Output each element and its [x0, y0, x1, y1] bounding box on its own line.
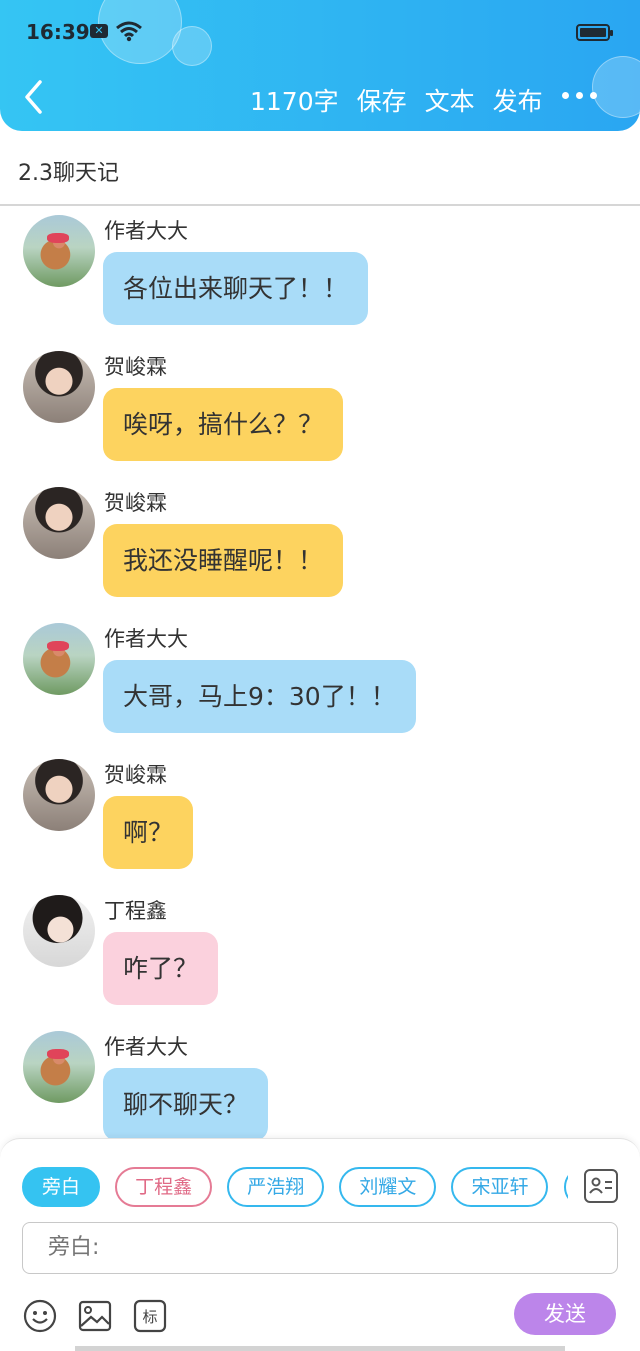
text-button[interactable]: 文本 — [425, 82, 475, 118]
chat-message[interactable]: 丁程鑫 咋了？ — [0, 887, 640, 1023]
message-input[interactable] — [22, 1222, 618, 1274]
chapter-title[interactable]: 2.3聊天记 — [18, 155, 119, 187]
svg-text:标: 标 — [142, 1308, 157, 1326]
chat-message[interactable]: 作者大大 大哥，马上9：30了！！ — [0, 615, 640, 751]
character-chip[interactable]: 严浩翔 — [227, 1167, 325, 1207]
chat-list[interactable]: 作者大大 各位出来聊天了！！ 贺峻霖 唉呀，搞什么？？ 贺峻霖 我还没睡醒呢！！… — [0, 207, 640, 1139]
notification-icon: ✕ — [90, 24, 108, 38]
more-dot-icon — [576, 92, 583, 99]
decor-bubble — [592, 56, 640, 118]
sender-name: 作者大大 — [104, 219, 188, 243]
home-indicator — [75, 1346, 565, 1351]
avatar[interactable] — [23, 895, 95, 967]
character-chip[interactable]: 丁程鑫 — [115, 1167, 213, 1207]
chat-message[interactable]: 贺峻霖 唉呀，搞什么？？ — [0, 343, 640, 479]
back-button[interactable] — [18, 78, 52, 116]
message-bubble[interactable]: 我还没睡醒呢！！ — [103, 524, 344, 597]
sender-name: 作者大大 — [104, 1035, 188, 1059]
character-manage-button[interactable] — [584, 1169, 618, 1203]
contact-card-icon — [589, 1177, 612, 1194]
more-button[interactable] — [562, 92, 597, 99]
chapter-title-row[interactable]: 2.3聊天记 — [0, 131, 640, 206]
avatar[interactable] — [23, 623, 95, 695]
top-bar: 16:39 ✕ 1170字 保存 文本 发布 — [0, 0, 640, 131]
chat-message[interactable]: 作者大大 聊不聊天？ — [0, 1023, 640, 1139]
character-chip[interactable]: 张 — [563, 1167, 568, 1207]
status-time: 16:39 — [26, 20, 90, 44]
avatar[interactable] — [23, 215, 95, 287]
chevron-left-icon — [25, 80, 42, 114]
word-count: 1170字 — [250, 87, 339, 116]
tag-icon[interactable]: 标 — [133, 1299, 167, 1333]
avatar[interactable] — [23, 351, 95, 423]
more-dot-icon — [590, 92, 597, 99]
message-bubble[interactable]: 聊不聊天？ — [103, 1068, 269, 1139]
image-icon[interactable] — [78, 1299, 112, 1333]
avatar[interactable] — [23, 759, 95, 831]
publish-button[interactable]: 发布 — [493, 82, 543, 118]
character-selector[interactable]: 旁白 丁程鑫 严浩翔 刘耀文 宋亚轩 张 — [22, 1167, 568, 1209]
message-bubble[interactable]: 大哥，马上9：30了！！ — [103, 660, 416, 733]
sender-name: 贺峻霖 — [104, 491, 167, 515]
battery-icon — [576, 24, 613, 41]
character-chip[interactable]: 刘耀文 — [339, 1167, 437, 1207]
save-button[interactable]: 保存 — [357, 82, 407, 118]
sender-name: 丁程鑫 — [104, 899, 167, 923]
sender-name: 作者大大 — [104, 627, 188, 651]
chat-message[interactable]: 贺峻霖 我还没睡醒呢！！ — [0, 479, 640, 615]
send-button[interactable]: 发送 — [514, 1293, 616, 1335]
header-actions: 1170字 保存 文本 发布 — [250, 82, 561, 118]
sender-name: 贺峻霖 — [104, 355, 167, 379]
wifi-icon — [116, 21, 142, 42]
message-bubble[interactable]: 啊？ — [103, 796, 194, 869]
message-bubble[interactable]: 咋了？ — [103, 932, 219, 1005]
message-bubble[interactable]: 各位出来聊天了！！ — [103, 252, 369, 325]
avatar[interactable] — [23, 1031, 95, 1103]
character-chip[interactable]: 宋亚轩 — [451, 1167, 549, 1207]
chat-message[interactable]: 作者大大 各位出来聊天了！！ — [0, 207, 640, 343]
more-dot-icon — [562, 92, 569, 99]
bow-icon — [47, 641, 69, 651]
avatar[interactable] — [23, 487, 95, 559]
compose-panel: 旁白 丁程鑫 严浩翔 刘耀文 宋亚轩 张 标 发送 — [0, 1138, 640, 1351]
sender-name: 贺峻霖 — [104, 763, 167, 787]
message-bubble[interactable]: 唉呀，搞什么？？ — [103, 388, 344, 461]
emoji-icon[interactable] — [23, 1299, 57, 1333]
character-chip-narrator[interactable]: 旁白 — [22, 1167, 101, 1207]
decor-bubble — [172, 26, 212, 66]
bow-icon — [47, 1049, 69, 1059]
bow-icon — [47, 233, 69, 243]
chat-message[interactable]: 贺峻霖 啊？ — [0, 751, 640, 887]
